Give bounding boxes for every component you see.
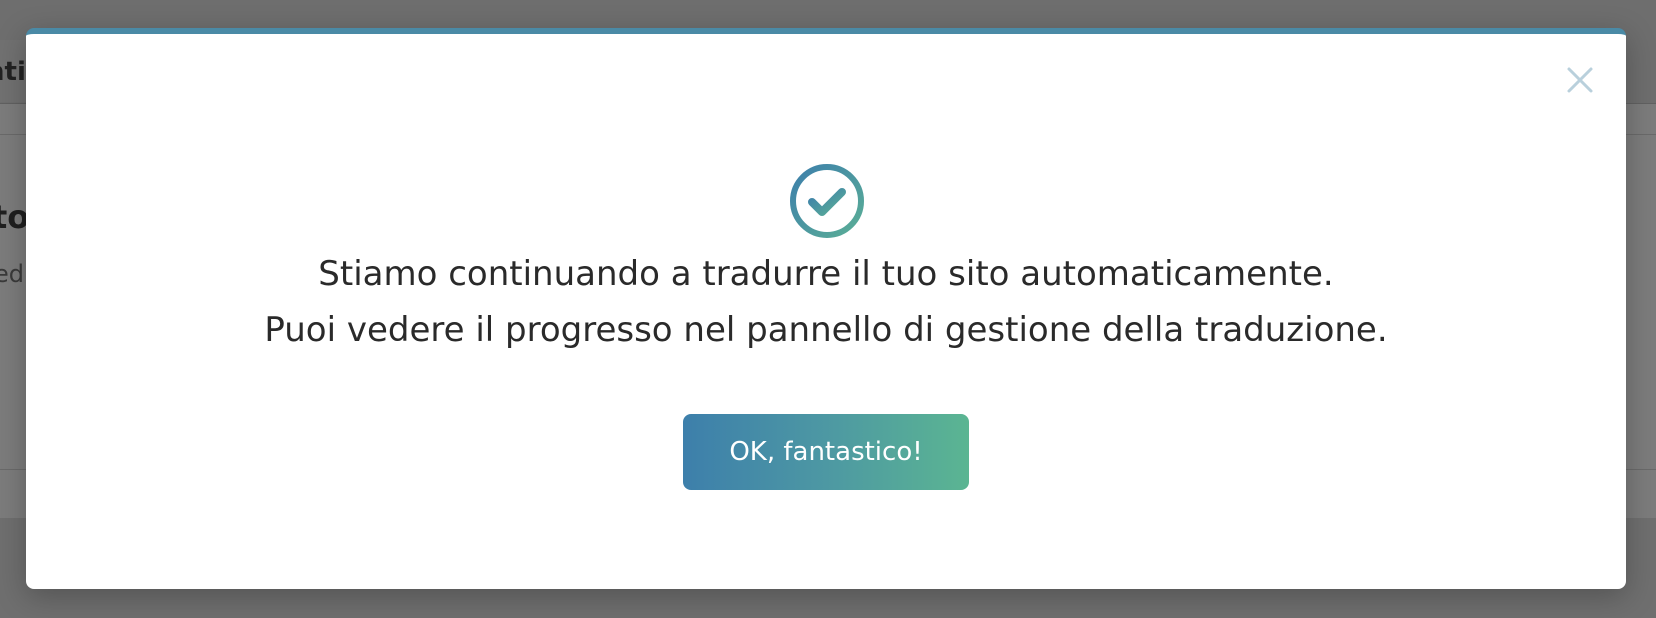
background-tab-label: nti bbox=[0, 57, 26, 87]
success-modal: Stiamo continuando a tradurre il tuo sit… bbox=[26, 28, 1626, 589]
background-subtext: ed bbox=[0, 260, 24, 288]
message-line-2: Puoi vedere il progresso nel pannello di… bbox=[264, 310, 1388, 350]
close-icon[interactable] bbox=[1564, 64, 1596, 96]
background-heading: to bbox=[0, 198, 30, 236]
ok-button[interactable]: OK, fantastico! bbox=[683, 414, 969, 490]
message-line-1: Stiamo continuando a tradurre il tuo sit… bbox=[318, 254, 1334, 294]
check-circle-icon bbox=[788, 162, 866, 240]
